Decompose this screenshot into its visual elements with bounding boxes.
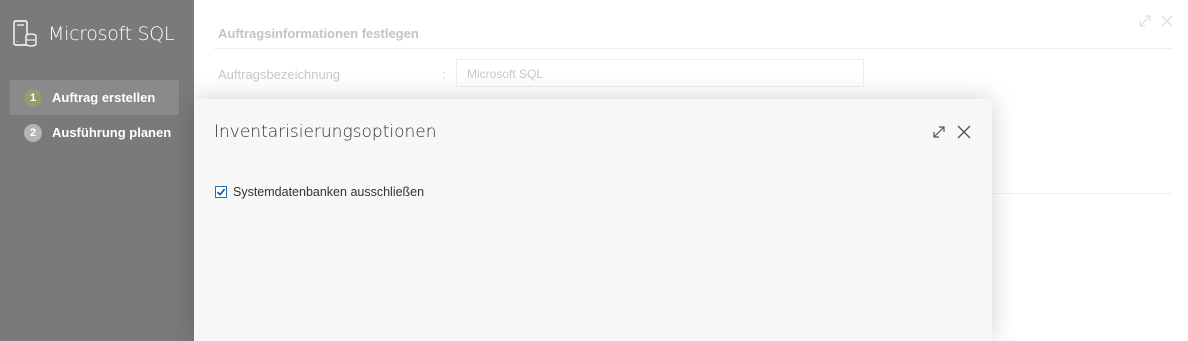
sidebar-brand: Microsoft SQL — [12, 18, 175, 50]
sidebar: Microsoft SQL 1 Auftrag erstellen 2 Ausf… — [0, 0, 194, 341]
step-label: Auftrag erstellen — [52, 90, 156, 105]
job-name-label: Auftragsbezeichnung — [218, 67, 341, 82]
section-title: Auftragsinformationen festlegen — [218, 26, 419, 41]
field-colon: : — [442, 67, 446, 82]
exclude-system-databases-checkbox[interactable] — [215, 186, 227, 198]
expand-icon[interactable] — [1138, 14, 1152, 28]
close-icon[interactable] — [1160, 14, 1174, 28]
step-number-badge: 1 — [24, 88, 42, 107]
checkbox-label: Systemdatenbanken ausschließen — [233, 185, 425, 199]
dialog-controls — [932, 124, 972, 140]
step-create-job[interactable]: 1 Auftrag erstellen — [10, 80, 179, 115]
close-icon[interactable] — [956, 124, 972, 140]
step-schedule-execution[interactable]: 2 Ausführung planen — [10, 115, 179, 150]
window-controls — [1138, 14, 1174, 28]
wizard-steps: 1 Auftrag erstellen 2 Ausführung planen — [10, 80, 179, 150]
step-number-badge: 2 — [24, 123, 42, 142]
dialog-title: Inventarisierungsoptionen — [214, 122, 437, 142]
checkmark-icon — [216, 188, 226, 196]
step-label: Ausführung planen — [52, 125, 172, 140]
job-name-input[interactable]: Microsoft SQL — [456, 59, 864, 87]
inventory-options-dialog: Inventarisierungsoptionen Systemdatenban… — [194, 99, 992, 341]
divider — [214, 48, 1172, 49]
sidebar-title: Microsoft SQL — [48, 23, 175, 45]
exclude-system-databases-option[interactable]: Systemdatenbanken ausschließen — [215, 185, 424, 199]
expand-icon[interactable] — [932, 125, 946, 139]
sql-server-icon — [13, 20, 37, 47]
divider — [994, 193, 1172, 194]
